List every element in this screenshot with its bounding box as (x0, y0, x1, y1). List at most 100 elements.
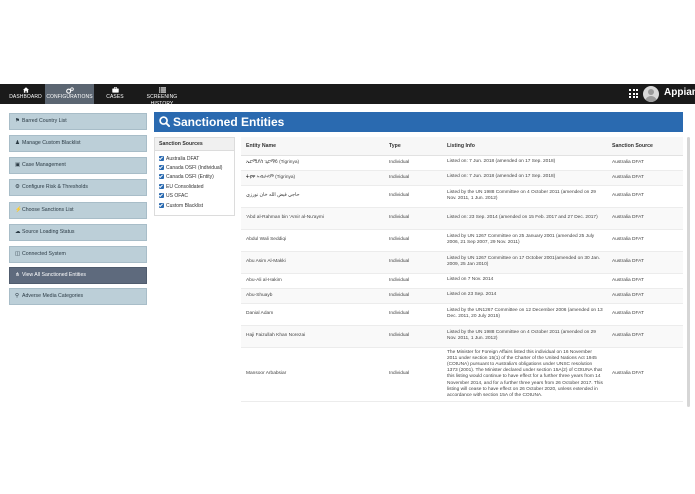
entity-name-cell: Danial Adam (241, 303, 384, 326)
listing-info-cell: Listed by UN 1267 Committee on 25 Januar… (442, 229, 607, 252)
list-icon (136, 84, 188, 94)
sanction-source-cell: Australia DFAT (607, 185, 683, 208)
code-fork-icon: ⋔ (15, 272, 20, 278)
user-avatar[interactable] (643, 86, 659, 102)
home-icon (8, 84, 43, 94)
nav-screening-history[interactable]: SCREENING HISTORY (136, 84, 188, 107)
column-header-listing-info[interactable]: Listing Info (442, 137, 607, 156)
sanction-source-cell: Australia DFAT (607, 303, 683, 326)
column-header-entity-name[interactable]: Entity Name (241, 137, 384, 156)
source-checkbox-us-ofac[interactable]: US OFAC (159, 192, 188, 200)
table-row[interactable]: Abdul Wali Seddiqi Individual Listed by … (241, 229, 683, 252)
listing-info-cell: Listed by the UN 1988 Committee on 4 Oct… (442, 325, 607, 348)
table-row[interactable]: Abu-Ali al-Hakim Individual Listed on 7 … (241, 273, 683, 289)
entity-name-cell: Abu-Shuayb (241, 288, 384, 304)
sanction-source-cell: Australia DFAT (607, 325, 683, 348)
source-checkbox-canada-osfi-entity[interactable]: Canada OSFI (Entity) (159, 173, 214, 181)
sanction-source-cell: Australia DFAT (607, 207, 683, 230)
sidebar-item-adverse-media-categories[interactable]: ⚲ Adverse Media Categories (9, 288, 147, 305)
source-checkbox-custom-blacklist[interactable]: Custom Blacklist (159, 202, 203, 210)
sanction-source-cell: Australia DFAT (607, 347, 683, 403)
type-cell: Individual (384, 303, 442, 326)
source-checkbox-eu-consolidated[interactable]: EU Consolidated (159, 183, 204, 191)
cogs-icon (45, 84, 94, 94)
type-cell: Individual (384, 347, 442, 403)
checkbox-checked-icon (159, 202, 164, 208)
table-row[interactable]: ኤርሚያስ ጊርማይ (Tigrinya) Individual Listed … (241, 155, 683, 171)
nav-dashboard[interactable]: DASHBOARD (8, 84, 43, 104)
listing-info-cell: Listed on 23 Sep. 2014 (442, 288, 607, 304)
table-row[interactable]: ፋቲዋ ኣብራሃም (Tigrinya) Individual Listed o… (241, 170, 683, 186)
table-row[interactable]: Danial Adam Individual Listed by the UN1… (241, 303, 683, 326)
type-cell: Individual (384, 325, 442, 348)
sanction-source-cell: Australia DFAT (607, 170, 683, 186)
nav-configurations[interactable]: CONFIGURATIONS (45, 84, 94, 104)
checkbox-checked-icon (159, 155, 164, 161)
type-cell: Individual (384, 229, 442, 252)
table-row[interactable]: Abu-Shuayb Individual Listed on 23 Sep. … (241, 288, 683, 304)
sanction-source-cell: Australia DFAT (607, 288, 683, 304)
flag-icon: ⚑ (15, 118, 20, 124)
entity-name-cell: Abdul Wali Seddiqi (241, 229, 384, 252)
briefcase-icon: ▣ (15, 162, 21, 168)
app-grid-icon[interactable] (629, 89, 638, 98)
listing-info-cell: Listed by the UN1267 Committee on 12 Dec… (442, 303, 607, 326)
sanction-source-cell: Australia DFAT (607, 229, 683, 252)
sidebar-item-configure-risk[interactable]: ⚙ Configure Risk & Thresholds (9, 179, 147, 196)
entity-name-cell: Haji Faizullah Khan Norezai (241, 325, 384, 348)
sidebar-item-view-all-sanctioned-entities[interactable]: ⋔ View All Sanctioned Entities (9, 267, 147, 284)
table-scrollbar[interactable] (687, 137, 691, 410)
sanction-sources-panel: Sanction Sources Australia DFAT Canada O… (154, 137, 235, 216)
search-icon (159, 116, 170, 127)
listing-info-cell: Listed by UN 1267 Committee on 17 Octobe… (442, 251, 607, 274)
entity-name-cell: Abu Asim Al-Makki (241, 251, 384, 274)
top-nav-bar: DASHBOARD CONFIGURATIONS CASES SCREENING… (0, 84, 695, 107)
checkbox-checked-icon (159, 164, 164, 170)
scrollbar-thumb[interactable] (687, 137, 690, 407)
bolt-icon: ⚡ (15, 207, 22, 213)
sidebar-item-choose-sanctions-list[interactable]: ⚡Choose Sanctions List (9, 202, 147, 219)
checkbox-checked-icon (159, 173, 164, 179)
table-row[interactable]: حاجي فيض الله خان نورزي Individual Liste… (241, 185, 683, 208)
briefcase-icon (101, 84, 129, 94)
table-row[interactable]: Mansoor Arbabsiar Individual The Ministe… (241, 347, 683, 403)
sanction-source-cell: Australia DFAT (607, 251, 683, 274)
search-icon: ⚲ (15, 293, 20, 299)
table-row[interactable]: Abu Asim Al-Makki Individual Listed by U… (241, 251, 683, 274)
type-cell: Individual (384, 155, 442, 171)
sanction-source-cell: Australia DFAT (607, 155, 683, 171)
entity-name-cell: ፋቲዋ ኣብራሃም (Tigrinya) (241, 170, 384, 186)
source-checkbox-canada-osfi-individual[interactable]: Canada OSFI (Individual) (159, 164, 222, 172)
listing-info-cell: Listed on 7 Nov. 2014 (442, 273, 607, 289)
source-checkbox-australia-dfat[interactable]: Australia DFAT (159, 155, 199, 163)
sidebar-item-source-loading-status[interactable]: ☁ Source Loading Status (9, 224, 147, 241)
sanctioned-entities-table: Entity Name Type Listing Info Sanction S… (241, 137, 683, 410)
entity-name-cell: ኤርሚያስ ጊርማይ (Tigrinya) (241, 155, 384, 171)
type-cell: Individual (384, 273, 442, 289)
type-cell: Individual (384, 288, 442, 304)
sanction-sources-title: Sanction Sources (155, 138, 234, 151)
checkbox-checked-icon (159, 183, 164, 189)
page-header: Sanctioned Entities (154, 112, 683, 132)
sidebar-item-barred-country-list[interactable]: ⚑ Barred Country List (9, 113, 147, 130)
sidebar-item-connected-system[interactable]: ◫ Connected System (9, 246, 147, 263)
sanction-source-cell: Australia DFAT (607, 273, 683, 289)
page-title: Sanctioned Entities (173, 115, 285, 129)
type-cell: Individual (384, 185, 442, 208)
listing-info-cell: Listed on: 7 Jun. 2018 (amended on 17 Se… (442, 155, 607, 171)
cloud-download-icon: ☁ (15, 229, 21, 235)
type-cell: Individual (384, 170, 442, 186)
table-row[interactable]: Haji Faizullah Khan Norezai Individual L… (241, 325, 683, 348)
sidebar-item-manage-custom-blacklist[interactable]: ♟ Manage Custom Blacklist (9, 135, 147, 152)
entity-name-cell: Mansoor Arbabsiar (241, 347, 384, 403)
column-header-type[interactable]: Type (384, 137, 442, 156)
sidebar-item-case-management[interactable]: ▣ Case Management (9, 157, 147, 174)
brand-logo: Appian (664, 87, 695, 98)
entity-name-cell: Abu-Ali al-Hakim (241, 273, 384, 289)
type-cell: Individual (384, 207, 442, 230)
nav-cases[interactable]: CASES (101, 84, 129, 104)
database-icon: ◫ (15, 251, 21, 257)
table-row[interactable]: 'Abd al-Rahman bin 'Amir al-Nu'aymi Indi… (241, 207, 683, 230)
column-header-sanction-source[interactable]: Sanction Source (607, 137, 683, 156)
table-header-row: Entity Name Type Listing Info Sanction S… (241, 137, 683, 156)
